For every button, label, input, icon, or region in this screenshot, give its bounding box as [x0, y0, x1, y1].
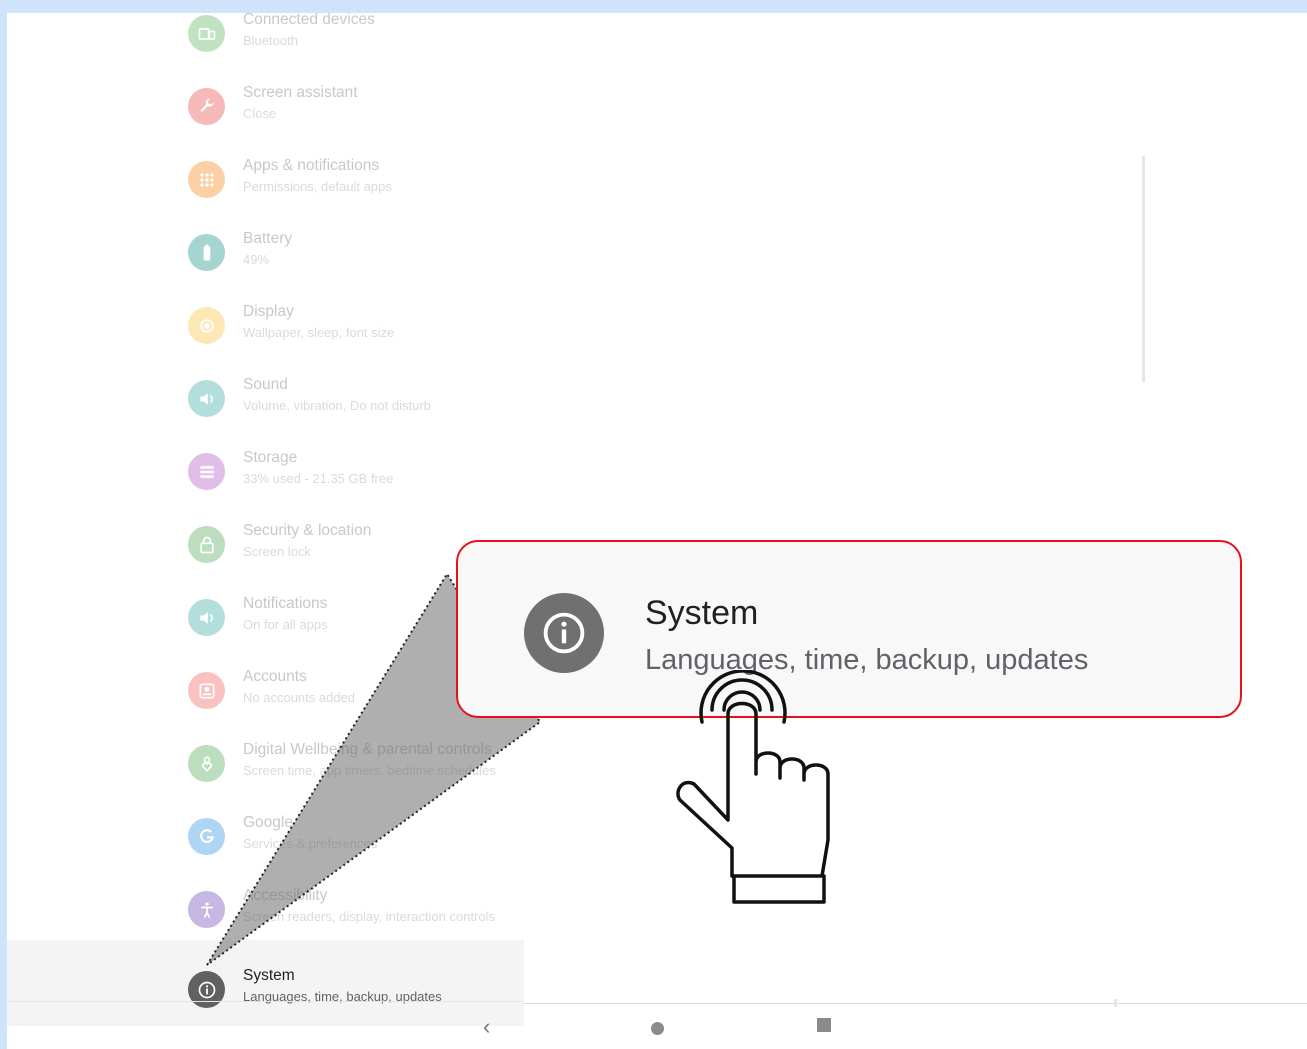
- settings-item-title: Screen assistant: [243, 84, 358, 101]
- settings-item-subtitle: No accounts added: [243, 690, 356, 705]
- settings-item-subtitle: Services & preferences: [243, 836, 378, 851]
- settings-item-subtitle: Screen lock: [243, 544, 311, 559]
- settings-item-accessibility[interactable]: Accessibility Screen readers, display, in…: [7, 873, 524, 946]
- settings-item-storage[interactable]: Storage 33% used - 21.35 GB free: [7, 435, 524, 508]
- list-divider: [7, 1001, 523, 1002]
- settings-item-apps-notifications[interactable]: Apps & notifications Permissions, default…: [7, 143, 524, 216]
- settings-item-accounts[interactable]: Accounts No accounts added: [7, 654, 524, 727]
- volume-icon: [188, 380, 225, 417]
- settings-item-subtitle: On for all apps: [243, 617, 328, 632]
- devices-icon: [188, 15, 225, 52]
- settings-item-sound[interactable]: Sound Volume, vibration, Do not disturb: [7, 362, 524, 435]
- info-icon: [188, 971, 225, 1008]
- content-divider: [523, 1003, 1307, 1004]
- settings-item-subtitle: Screen time, app timers, bedtime schedul…: [243, 763, 496, 778]
- settings-item-subtitle: Screen readers, display, interaction con…: [243, 909, 495, 924]
- scrollbar[interactable]: [1142, 156, 1145, 382]
- settings-item-digital-wellbeing[interactable]: Digital Wellbeing & parental controls Scr…: [7, 727, 524, 800]
- zoom-callout: System Languages, time, backup, updates: [456, 540, 1242, 718]
- scrollbar-end: [1114, 999, 1117, 1007]
- settings-item-subtitle: 49%: [243, 252, 270, 267]
- settings-item-subtitle: Close: [243, 106, 277, 121]
- storage-icon: [188, 453, 225, 490]
- callout-title: System: [645, 594, 759, 632]
- settings-item-security-location[interactable]: Security & location Screen lock: [7, 508, 524, 581]
- settings-item-notifications[interactable]: Notifications On for all apps: [7, 581, 524, 654]
- apps-grid-icon: [188, 161, 225, 198]
- settings-item-subtitle: Wallpaper, sleep, font size: [243, 325, 395, 340]
- settings-item-screen-assistant[interactable]: Screen assistant Close: [7, 70, 524, 143]
- settings-item-title: Apps & notifications: [243, 157, 380, 174]
- settings-item-title: Battery: [243, 230, 293, 247]
- settings-item-subtitle: Permissions, default apps: [243, 179, 392, 194]
- back-button[interactable]: ‹: [483, 1014, 490, 1040]
- lock-icon: [188, 526, 225, 563]
- settings-item-title: Sound: [243, 376, 288, 393]
- wrench-icon: [188, 88, 225, 125]
- settings-item-google[interactable]: Google Services & preferences: [7, 800, 524, 873]
- settings-item-title: Google: [243, 814, 293, 831]
- battery-icon: [188, 234, 225, 271]
- account-icon: [188, 672, 225, 709]
- settings-item-title: Display: [243, 303, 294, 320]
- navigation-bar: ‹: [7, 1008, 1307, 1049]
- settings-item-title: Digital Wellbeing & parental controls: [243, 741, 492, 758]
- settings-item-title: Storage: [243, 449, 298, 466]
- info-icon: [524, 593, 604, 673]
- wellbeing-icon: [188, 745, 225, 782]
- volume-icon: [188, 599, 225, 636]
- settings-item-title: Accounts: [243, 668, 307, 685]
- settings-item-connected-devices[interactable]: Connected devices Bluetooth: [7, 13, 524, 70]
- settings-item-subtitle: Volume, vibration, Do not disturb: [243, 398, 431, 413]
- settings-item-subtitle: Bluetooth: [243, 33, 298, 48]
- accessibility-icon: [188, 891, 225, 928]
- settings-item-battery[interactable]: Battery 49%: [7, 216, 524, 289]
- recents-button[interactable]: [817, 1018, 831, 1032]
- settings-item-title: System: [243, 967, 295, 984]
- settings-item-title: Accessibility: [243, 887, 328, 904]
- tap-hand-icon: [676, 670, 830, 904]
- google-icon: [188, 818, 225, 855]
- settings-item-display[interactable]: Display Wallpaper, sleep, font size: [7, 289, 524, 362]
- brightness-icon: [188, 307, 225, 344]
- home-button[interactable]: [651, 1022, 664, 1035]
- settings-item-title: Connected devices: [243, 13, 375, 28]
- settings-item-title: Security & location: [243, 522, 372, 539]
- settings-item-title: Notifications: [243, 595, 328, 612]
- settings-screen: Connected devices Bluetooth Screen assista…: [7, 13, 1307, 1049]
- settings-item-subtitle: 33% used - 21.35 GB free: [243, 471, 394, 486]
